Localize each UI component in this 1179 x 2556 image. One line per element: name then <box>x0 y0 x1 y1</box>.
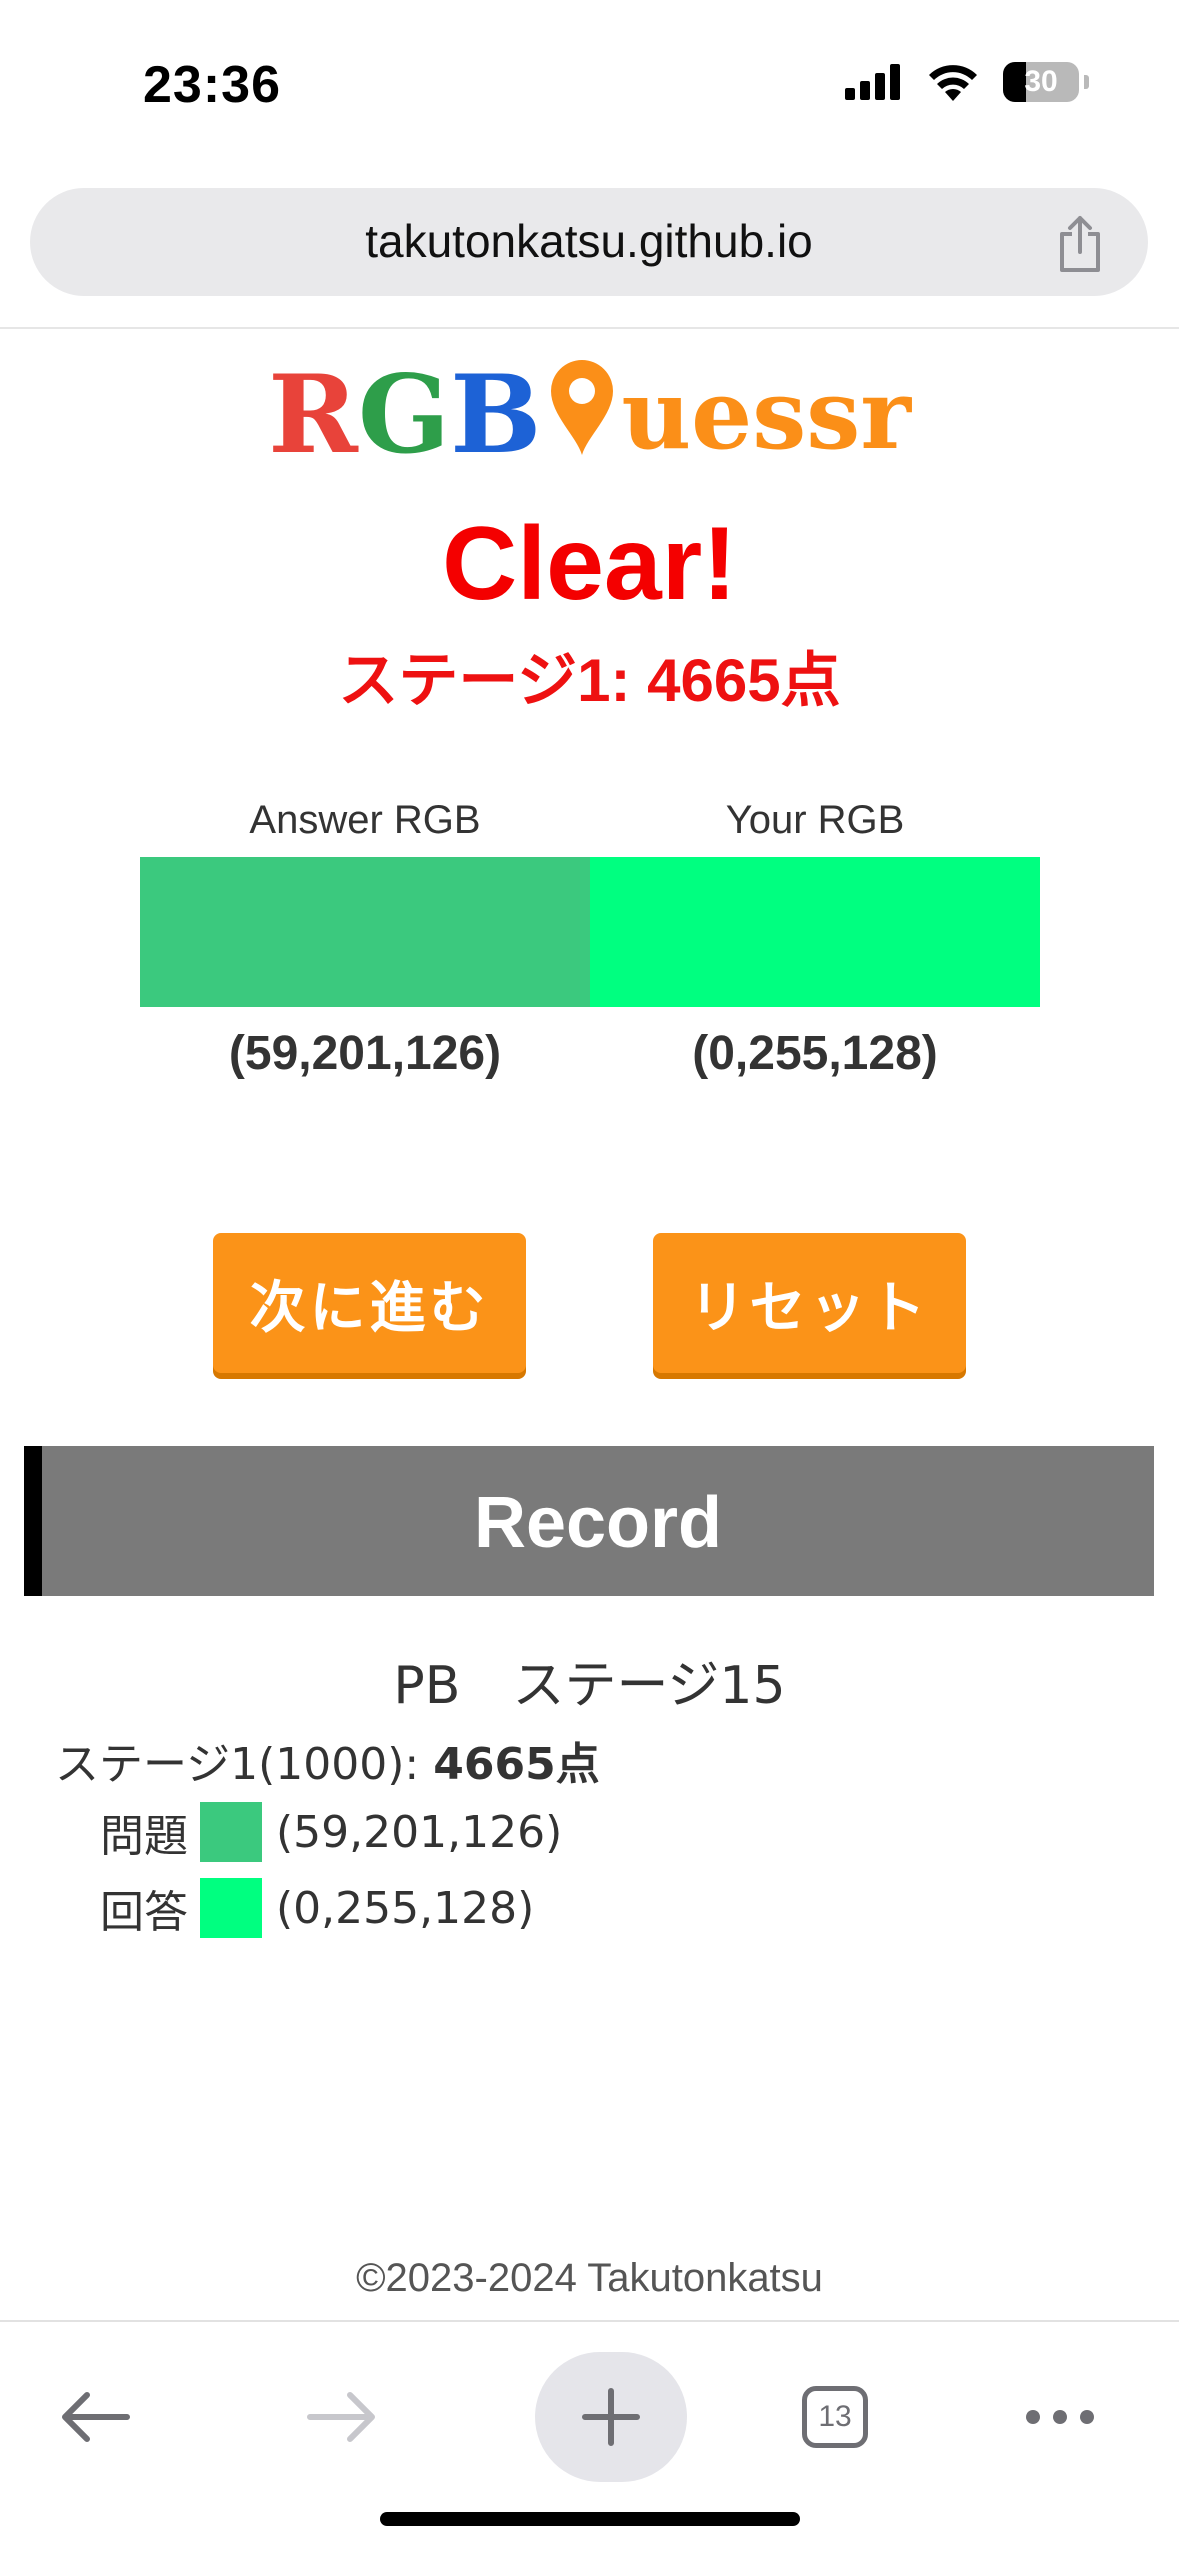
divider <box>0 327 1179 329</box>
clear-title: Clear! <box>442 506 737 622</box>
answer-label: 回答 <box>100 1887 188 1938</box>
your-rgb-label: Your RGB <box>725 798 905 842</box>
answer-value: (0,255,128) <box>276 1882 535 1934</box>
logo-letter-b: B <box>450 352 542 478</box>
record-stage-label: ステージ1(1000): <box>55 1739 434 1790</box>
back-button[interactable] <box>40 2362 150 2472</box>
more-dots-icon <box>1026 2410 1094 2424</box>
new-tab-button[interactable] <box>535 2352 687 2482</box>
wifi-icon <box>929 65 977 101</box>
footer-copyright: ©2023-2024 Takutonkatsu <box>356 2256 823 2300</box>
record-stage-score: 4665点 <box>433 1739 600 1790</box>
battery-cap <box>1084 75 1089 89</box>
next-button[interactable]: 次に進む <box>213 1233 526 1373</box>
back-arrow-icon <box>62 2392 130 2442</box>
forward-button[interactable] <box>287 2362 397 2472</box>
more-button[interactable] <box>1005 2362 1115 2472</box>
reset-button[interactable]: リセット <box>653 1233 966 1373</box>
rgb-guessr-logo: R G B uessr <box>0 352 1179 478</box>
status-bar: 23:36 30 <box>0 0 1179 170</box>
url-text[interactable]: takutonkatsu.github.io <box>30 214 1148 268</box>
question-label: 問題 <box>100 1811 188 1862</box>
map-pin-icon <box>551 360 614 455</box>
battery-percent: 30 <box>1024 65 1058 98</box>
logo-letter-g: G <box>357 352 451 478</box>
record-stage-line: ステージ1(1000): 4665点 <box>55 1728 600 1792</box>
logo-letter-r: R <box>268 352 358 478</box>
answer-color-swatch <box>140 857 590 1007</box>
question-color-swatch <box>200 1802 262 1862</box>
status-time: 23:36 <box>143 56 281 114</box>
battery-icon: 30 <box>1003 62 1089 102</box>
record-header: Record <box>24 1446 1154 1596</box>
stage-score: ステージ1: 4665点 <box>338 647 841 714</box>
question-value: (59,201,126) <box>276 1806 563 1858</box>
record-answer-row: 回答 (0,255,128) <box>100 1876 534 1940</box>
logo-word-uessr: uessr <box>621 358 911 471</box>
home-indicator[interactable] <box>380 2512 800 2526</box>
answer-record-color-swatch <box>200 1878 262 1938</box>
record-title: Record <box>473 1483 723 1563</box>
cellular-signal-icon <box>845 64 900 100</box>
your-color-swatch <box>590 857 1040 1007</box>
your-rgb-value: (0,255,128) <box>692 1027 938 1080</box>
answer-rgb-value: (59,201,126) <box>228 1027 502 1080</box>
share-icon[interactable] <box>1052 214 1108 274</box>
status-icons: 30 <box>845 62 1089 102</box>
tabs-button[interactable]: 13 <box>780 2362 890 2472</box>
personal-best: PB ステージ15 <box>393 1656 786 1716</box>
address-bar[interactable]: takutonkatsu.github.io <box>30 188 1148 296</box>
forward-arrow-icon <box>307 2392 375 2442</box>
tab-count: 13 <box>802 2386 868 2448</box>
plus-icon <box>582 2388 640 2446</box>
answer-rgb-label: Answer RGB <box>249 798 481 842</box>
record-question-row: 問題 (59,201,126) <box>100 1800 562 1864</box>
